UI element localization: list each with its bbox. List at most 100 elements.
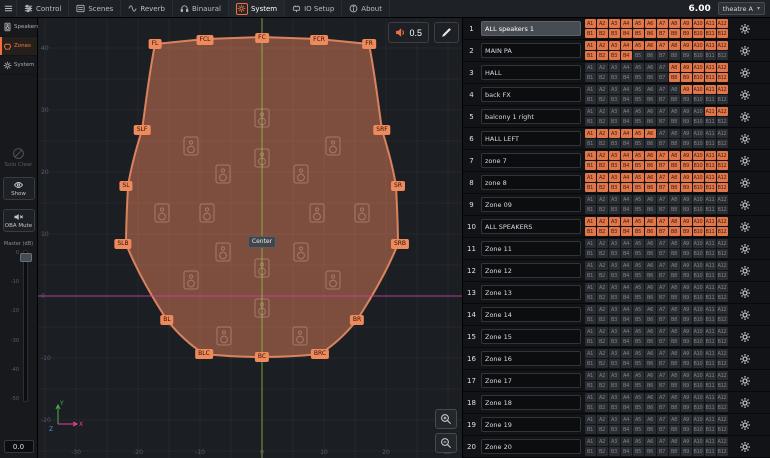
channel-cell[interactable]: A10: [693, 283, 704, 292]
zone-settings-button[interactable]: [737, 109, 753, 125]
channel-cell[interactable]: A4: [621, 107, 632, 116]
channel-cell[interactable]: B4: [621, 337, 632, 346]
zone-settings-button[interactable]: [737, 351, 753, 367]
zone-settings-button[interactable]: [737, 87, 753, 103]
channel-cell[interactable]: B10: [693, 29, 704, 38]
channel-cell[interactable]: A5: [633, 261, 644, 270]
channel-cell[interactable]: B5: [633, 425, 644, 434]
channel-cell[interactable]: B10: [693, 425, 704, 434]
sidebar-item-speakers[interactable]: Speakers: [0, 18, 37, 37]
channel-cell[interactable]: B9: [681, 117, 692, 126]
show-button[interactable]: Show: [3, 177, 35, 200]
channel-cell[interactable]: B4: [621, 73, 632, 82]
channel-cell[interactable]: A5: [633, 151, 644, 160]
channel-cell[interactable]: A7: [657, 371, 668, 380]
channel-cell[interactable]: A9: [681, 195, 692, 204]
channel-cell[interactable]: A4: [621, 63, 632, 72]
channel-cell[interactable]: B4: [621, 293, 632, 302]
channel-cell[interactable]: B5: [633, 95, 644, 104]
channel-cell[interactable]: B10: [693, 337, 704, 346]
channel-cell[interactable]: A1: [585, 129, 596, 138]
channel-cell[interactable]: A5: [633, 107, 644, 116]
channel-cell[interactable]: B1: [585, 403, 596, 412]
speaker-label-fr[interactable]: FR: [362, 39, 376, 49]
channel-cell[interactable]: B2: [597, 51, 608, 60]
channel-cell[interactable]: B4: [621, 29, 632, 38]
zone-name-input[interactable]: [481, 197, 581, 212]
channel-cell[interactable]: B9: [681, 403, 692, 412]
zone-settings-button[interactable]: [737, 307, 753, 323]
channel-cell[interactable]: A6: [645, 85, 656, 94]
channel-cell[interactable]: A1: [585, 217, 596, 226]
channel-cell[interactable]: B8: [669, 205, 680, 214]
channel-cell[interactable]: B2: [597, 183, 608, 192]
channel-cell[interactable]: B7: [657, 271, 668, 280]
channel-cell[interactable]: A9: [681, 349, 692, 358]
channel-cell[interactable]: B6: [645, 139, 656, 148]
channel-cell[interactable]: A1: [585, 349, 596, 358]
channel-cell[interactable]: B11: [705, 425, 716, 434]
channel-cell[interactable]: A3: [609, 19, 620, 28]
channel-cell[interactable]: A6: [645, 107, 656, 116]
channel-cell[interactable]: A4: [621, 305, 632, 314]
channel-cell[interactable]: B7: [657, 95, 668, 104]
channel-cell[interactable]: B11: [705, 183, 716, 192]
channel-cell[interactable]: B11: [705, 117, 716, 126]
channel-cell[interactable]: A9: [681, 437, 692, 446]
channel-cell[interactable]: A9: [681, 327, 692, 336]
channel-cell[interactable]: A5: [633, 19, 644, 28]
channel-cell[interactable]: A8: [669, 283, 680, 292]
speaker-label-sl[interactable]: SL: [119, 181, 132, 191]
channel-cell[interactable]: A10: [693, 151, 704, 160]
zone-settings-button[interactable]: [737, 197, 753, 213]
channel-cell[interactable]: A11: [705, 217, 716, 226]
menu-button[interactable]: [0, 0, 17, 17]
channel-cell[interactable]: A9: [681, 393, 692, 402]
channel-cell[interactable]: A5: [633, 63, 644, 72]
channel-cell[interactable]: A10: [693, 371, 704, 380]
channel-cell[interactable]: B11: [705, 73, 716, 82]
channel-cell[interactable]: B4: [621, 403, 632, 412]
channel-cell[interactable]: B4: [621, 227, 632, 236]
zone-settings-button[interactable]: [737, 219, 753, 235]
channel-cell[interactable]: B3: [609, 139, 620, 148]
channel-cell[interactable]: B10: [693, 139, 704, 148]
channel-cell[interactable]: B5: [633, 51, 644, 60]
zone-settings-button[interactable]: [737, 395, 753, 411]
channel-cell[interactable]: A8: [669, 85, 680, 94]
channel-cell[interactable]: B3: [609, 249, 620, 258]
channel-cell[interactable]: B6: [645, 271, 656, 280]
channel-cell[interactable]: A3: [609, 107, 620, 116]
speaker-label-srf[interactable]: SRF: [373, 125, 390, 135]
channel-cell[interactable]: B3: [609, 73, 620, 82]
channel-cell[interactable]: B11: [705, 447, 716, 456]
channel-cell[interactable]: B3: [609, 95, 620, 104]
channel-cell[interactable]: B8: [669, 447, 680, 456]
channel-cell[interactable]: A11: [705, 41, 716, 50]
channel-cell[interactable]: B9: [681, 359, 692, 368]
channel-cell[interactable]: B10: [693, 293, 704, 302]
channel-cell[interactable]: A7: [657, 151, 668, 160]
channel-cell[interactable]: B1: [585, 117, 596, 126]
channel-cell[interactable]: A4: [621, 239, 632, 248]
channel-cell[interactable]: A11: [705, 261, 716, 270]
channel-cell[interactable]: A5: [633, 371, 644, 380]
channel-cell[interactable]: B5: [633, 73, 644, 82]
speaker-label-blc[interactable]: BLC: [195, 349, 213, 359]
channel-cell[interactable]: A12: [717, 415, 728, 424]
channel-cell[interactable]: B7: [657, 73, 668, 82]
channel-cell[interactable]: A12: [717, 19, 728, 28]
channel-cell[interactable]: A8: [669, 327, 680, 336]
channel-cell[interactable]: B12: [717, 425, 728, 434]
tab-about[interactable]: About: [342, 0, 390, 17]
channel-cell[interactable]: A2: [597, 107, 608, 116]
channel-cell[interactable]: A4: [621, 173, 632, 182]
channel-cell[interactable]: B11: [705, 205, 716, 214]
solo-clear-button[interactable]: Solo Clear: [3, 147, 35, 168]
channel-cell[interactable]: B11: [705, 249, 716, 258]
zone-name-input[interactable]: [481, 153, 581, 168]
channel-cell[interactable]: B4: [621, 271, 632, 280]
channel-cell[interactable]: A10: [693, 217, 704, 226]
channel-cell[interactable]: A11: [705, 349, 716, 358]
zone-name-input[interactable]: [481, 439, 581, 454]
